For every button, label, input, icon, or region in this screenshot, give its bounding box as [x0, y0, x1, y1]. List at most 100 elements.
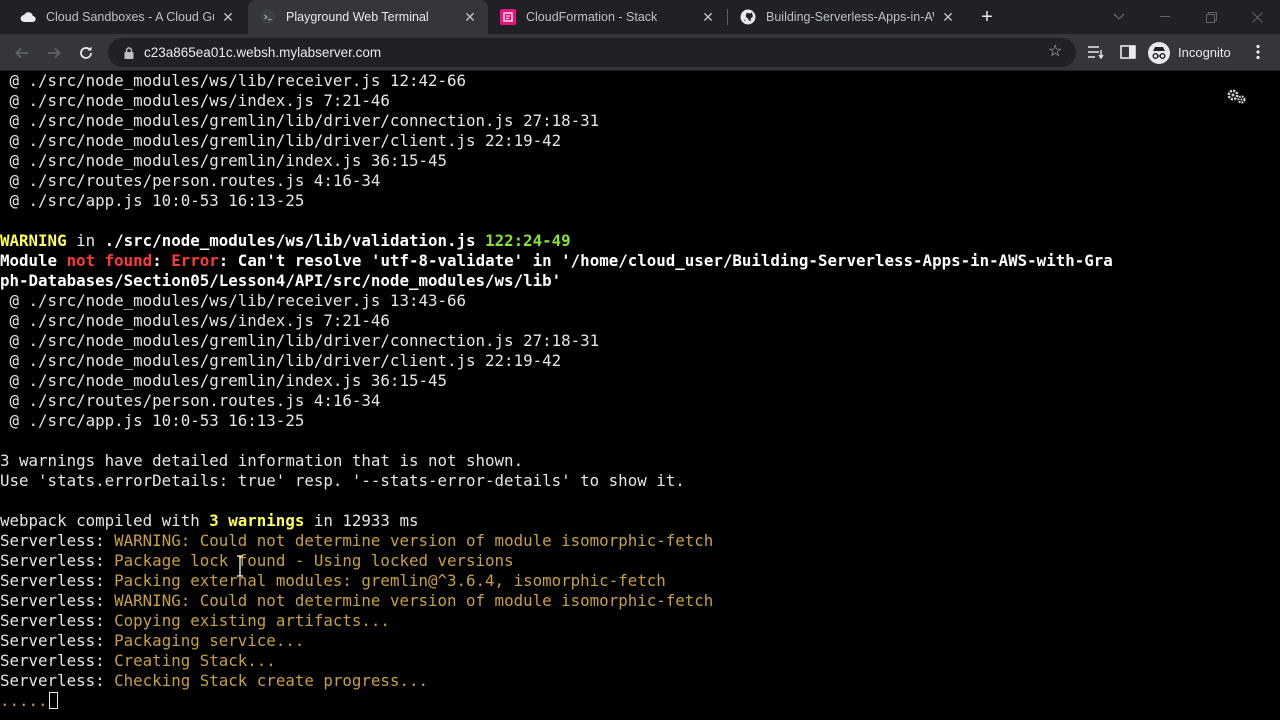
- terminal-line: webpack compiled with 3 warnings in 1293…: [0, 511, 418, 531]
- terminal-text: in 12933 ms: [304, 511, 419, 530]
- terminal-line: @ ./src/node_modules/gremlin/lib/driver/…: [0, 111, 600, 131]
- text-cursor-ibeam-icon: [236, 555, 244, 577]
- tab-title: Building-Serverless-Apps-in-AWS: [766, 10, 934, 24]
- settings-gears-icon[interactable]: [1226, 87, 1248, 105]
- close-tab-icon[interactable]: ✕: [940, 9, 956, 25]
- terminal-line: WARNING in ./src/node_modules/ws/lib/val…: [0, 231, 571, 251]
- bookmark-star-icon[interactable]: ☆: [1048, 44, 1064, 60]
- terminal-text: @ ./src/app.js 10:0-53 16:13-25: [0, 191, 305, 210]
- terminal-text: @ ./src/routes/person.routes.js 4:16-34: [0, 171, 381, 190]
- terminal-text: WARNING: [0, 231, 67, 250]
- close-tab-icon[interactable]: ✕: [700, 9, 716, 25]
- terminal-line: 3 warnings have detailed information tha…: [0, 451, 523, 471]
- terminal-text: Package lock found - Using locked versio…: [114, 551, 514, 570]
- side-panel-icon[interactable]: [1118, 42, 1138, 62]
- terminal-text: 3 warnings have detailed information tha…: [0, 451, 524, 470]
- cloud-icon: [20, 9, 36, 25]
- github-icon: [740, 9, 756, 25]
- terminal-text: @ ./src/node_modules/ws/lib/receiver.js …: [0, 291, 467, 310]
- terminal-text: webpack compiled with: [0, 511, 210, 530]
- tab-title: CloudFormation - Stack: [526, 10, 658, 24]
- new-tab-button[interactable]: +: [976, 6, 998, 28]
- browser-menu-icon[interactable]: [1248, 42, 1268, 62]
- terminal-line: @ ./src/node_modules/ws/index.js 7:21-46: [0, 311, 390, 331]
- address-bar[interactable]: c23a865ea01c.websh.mylabserver.com ☆: [108, 38, 1076, 67]
- close-tab-icon[interactable]: ✕: [462, 9, 478, 25]
- terminal-line: Serverless: Package lock found - Using l…: [0, 551, 514, 571]
- incognito-profile-button[interactable]: Incognito: [1148, 39, 1231, 66]
- terminal-text: Copying existing artifacts...: [114, 611, 390, 630]
- terminal-text: Serverless:: [0, 611, 115, 630]
- terminal-line: Serverless: Checking Stack create progre…: [0, 671, 428, 691]
- terminal-text: @ ./src/node_modules/gremlin/lib/driver/…: [0, 351, 562, 370]
- terminal-line: Module not found: Error: Can't resolve '…: [0, 251, 1113, 271]
- minimize-icon[interactable]: [1142, 0, 1188, 34]
- terminal-line: @ ./src/routes/person.routes.js 4:16-34: [0, 171, 381, 191]
- tab-title: Cloud Sandboxes - A Cloud Guru: [46, 10, 214, 24]
- terminal-line: @ ./src/node_modules/gremlin/index.js 36…: [0, 371, 448, 391]
- terminal-text: ph-Databases/Section05/Lesson4/API/src/n…: [0, 271, 562, 290]
- terminal-line: Serverless: Creating Stack...: [0, 651, 276, 671]
- terminal-line: @ ./src/app.js 10:0-53 16:13-25: [0, 411, 305, 431]
- terminal-line: Serverless: Packaging service...: [0, 631, 304, 651]
- terminal-text: 3 warnings: [209, 511, 305, 530]
- terminal-text: Packing external modules: gremlin@^3.6.4…: [114, 571, 666, 590]
- terminal-text: @ ./src/app.js 10:0-53 16:13-25: [0, 411, 305, 430]
- terminal-text: .....: [0, 691, 48, 710]
- terminal-text: :: [152, 251, 172, 270]
- lock-icon: [124, 46, 134, 59]
- terminal-text: @ ./src/routes/person.routes.js 4:16-34: [0, 391, 381, 410]
- terminal-text: WARNING: Could not determine version of …: [114, 591, 714, 610]
- terminal-text: ./src/node_modules/ws/lib/validation.js: [104, 231, 476, 250]
- back-arrow-icon[interactable]: [8, 39, 36, 67]
- terminal-line: @ ./src/node_modules/ws/lib/receiver.js …: [0, 291, 467, 311]
- incognito-label: Incognito: [1178, 45, 1231, 60]
- tab-cloudformation-stack[interactable]: CloudFormation - Stack ✕: [488, 0, 726, 34]
- terminal-line: Serverless: Packing external modules: gr…: [0, 571, 666, 591]
- close-window-icon[interactable]: [1234, 0, 1280, 34]
- tab-cloud-sandboxes[interactable]: Cloud Sandboxes - A Cloud Guru ✕: [8, 0, 246, 34]
- terminal-text: WARNING: Could not determine version of …: [114, 531, 714, 550]
- terminal-text: Serverless:: [0, 631, 115, 650]
- terminal-line: @ ./src/node_modules/gremlin/lib/driver/…: [0, 131, 562, 151]
- reload-icon[interactable]: [72, 39, 100, 67]
- terminal-line: @ ./src/app.js 10:0-53 16:13-25: [0, 191, 305, 211]
- terminal-line: Serverless: WARNING: Could not determine…: [0, 591, 713, 611]
- terminal-line: @ ./src/node_modules/gremlin/lib/driver/…: [0, 331, 600, 351]
- terminal-line: Serverless: Copying existing artifacts..…: [0, 611, 390, 631]
- terminal-text: @ ./src/node_modules/gremlin/lib/driver/…: [0, 331, 600, 350]
- close-tab-icon[interactable]: ✕: [220, 9, 236, 25]
- restore-icon[interactable]: [1188, 0, 1234, 34]
- terminal-line: Serverless: WARNING: Could not determine…: [0, 531, 713, 551]
- terminal-text: Serverless:: [0, 591, 115, 610]
- browser-toolbar: c23a865ea01c.websh.mylabserver.com ☆ Inc…: [0, 34, 1280, 71]
- terminal-text: Serverless:: [0, 571, 115, 590]
- url-text: c23a865ea01c.websh.mylabserver.com: [144, 45, 382, 60]
- terminal-icon: [260, 9, 276, 25]
- terminal-text: : Can't resolve 'utf-8-validate' in '/ho…: [218, 251, 1113, 270]
- terminal-text: Packaging service...: [114, 631, 305, 650]
- terminal-text: Module: [0, 251, 67, 270]
- terminal-line: @ ./src/node_modules/ws/index.js 7:21-46: [0, 91, 390, 111]
- tab-search-icon[interactable]: [1096, 0, 1142, 34]
- reading-list-icon[interactable]: [1086, 42, 1106, 62]
- terminal-text: @ ./src/node_modules/gremlin/index.js 36…: [0, 371, 448, 390]
- terminal-text: Serverless:: [0, 671, 115, 690]
- terminal-text: @ ./src/node_modules/ws/lib/receiver.js …: [0, 71, 467, 90]
- tab-github-repo[interactable]: Building-Serverless-Apps-in-AWS ✕: [728, 0, 966, 34]
- terminal-text: @ ./src/node_modules/gremlin/index.js 36…: [0, 151, 448, 170]
- tab-strip: Cloud Sandboxes - A Cloud Guru ✕ Playgro…: [0, 0, 1280, 34]
- tab-playground-web-terminal[interactable]: Playground Web Terminal ✕: [248, 0, 488, 34]
- terminal-text: not found: [66, 251, 153, 270]
- terminal-line: ph-Databases/Section05/Lesson4/API/src/n…: [0, 271, 561, 291]
- web-terminal[interactable]: ..... Serverless: Checking Stack create p…: [0, 71, 1280, 720]
- cloudformation-icon: [500, 9, 516, 25]
- terminal-cursor: [48, 692, 58, 709]
- forward-arrow-icon[interactable]: [40, 39, 68, 67]
- terminal-line: Use 'stats.errorDetails: true' resp. '--…: [0, 471, 685, 491]
- terminal-line: @ ./src/node_modules/gremlin/index.js 36…: [0, 151, 448, 171]
- terminal-text: Use 'stats.errorDetails: true' resp. '--…: [0, 471, 685, 490]
- terminal-text: @ ./src/node_modules/ws/index.js 7:21-46: [0, 311, 390, 330]
- terminal-text: 122:24-49: [485, 231, 571, 250]
